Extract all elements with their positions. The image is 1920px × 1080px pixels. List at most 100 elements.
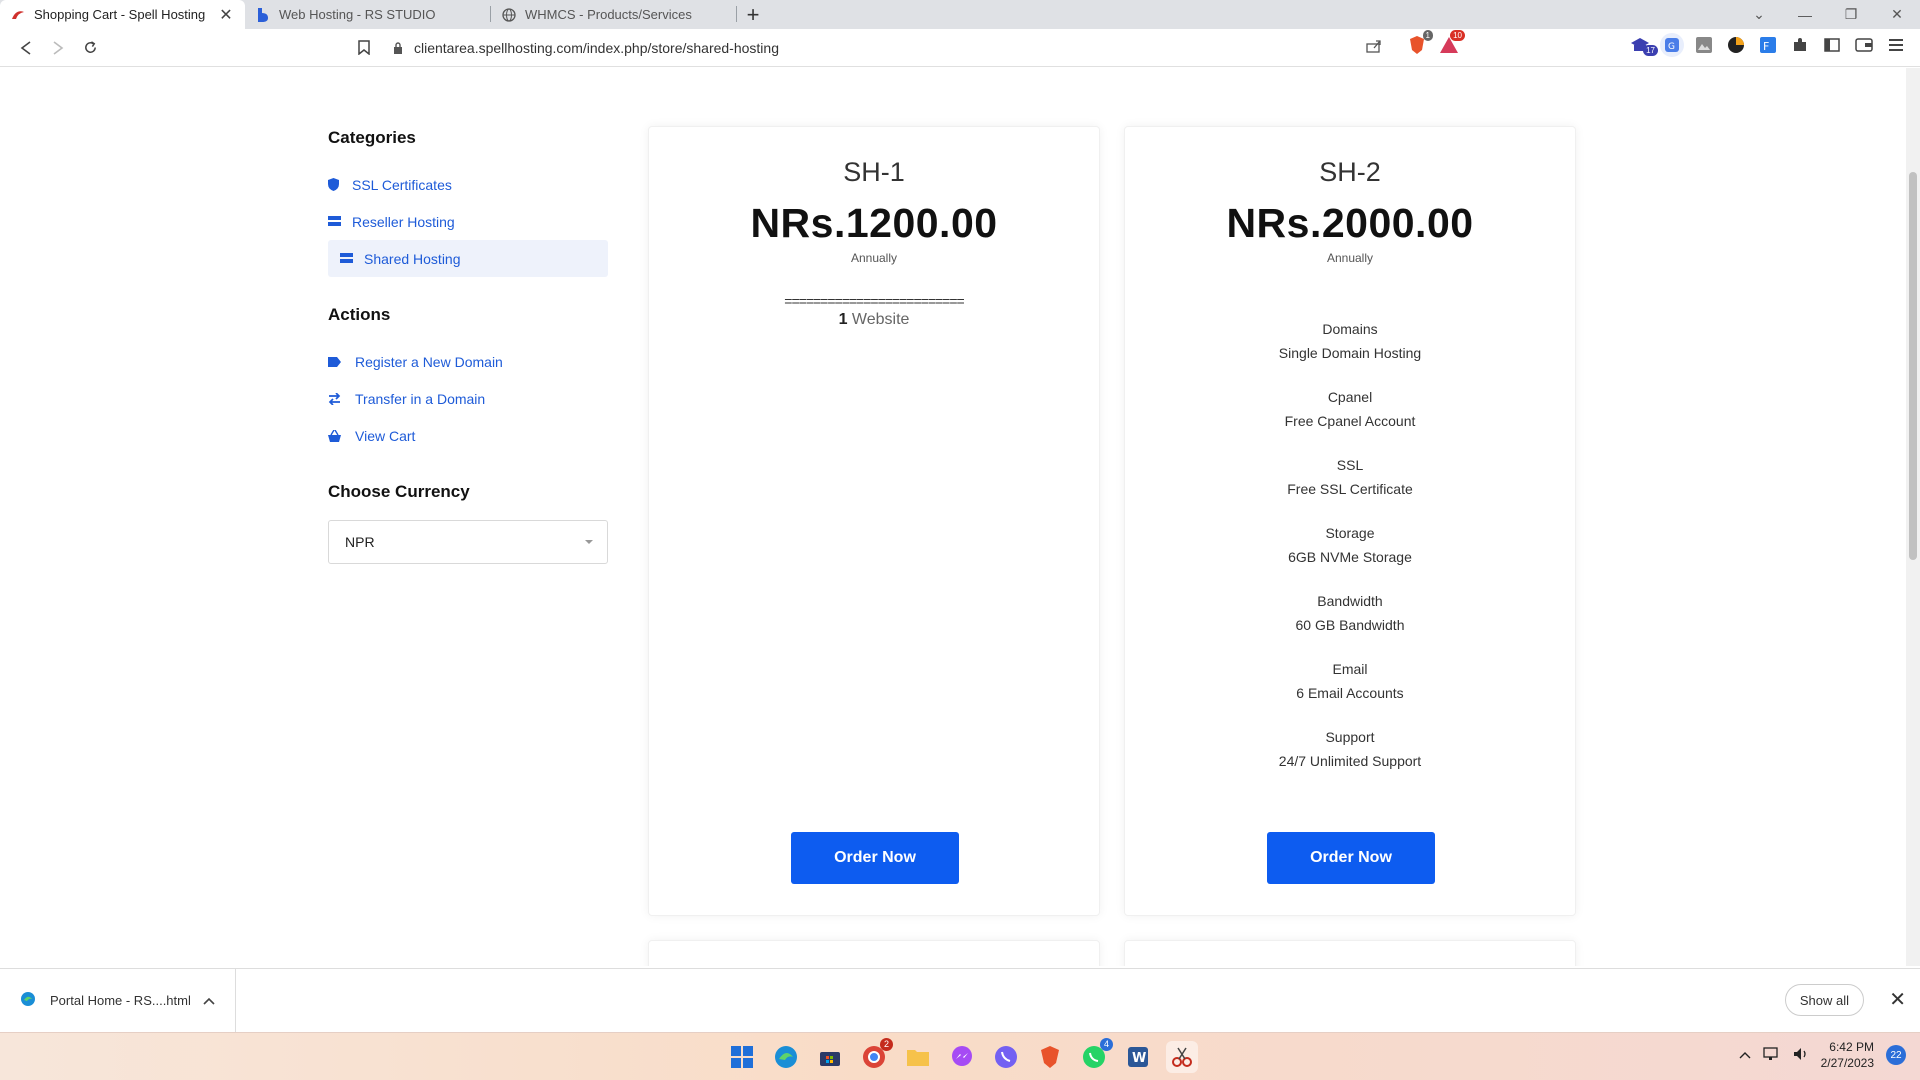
file-explorer-icon[interactable] xyxy=(902,1041,934,1073)
chevron-up-icon[interactable] xyxy=(1739,1048,1751,1062)
windows-start-icon[interactable] xyxy=(726,1041,758,1073)
system-tray: 6:42 PM 2/27/2023 22 xyxy=(1739,1039,1906,1071)
category-label: Reseller Hosting xyxy=(352,213,455,230)
feature-title: Support xyxy=(1325,729,1375,745)
svg-text:G: G xyxy=(1668,42,1675,52)
edge-app-icon[interactable] xyxy=(770,1041,802,1073)
feature-title: Email xyxy=(1332,661,1368,677)
lock-icon[interactable] xyxy=(388,41,408,54)
forward-button[interactable] xyxy=(42,33,74,63)
alert-badge: 10 xyxy=(1450,30,1465,41)
reload-button[interactable] xyxy=(74,33,106,63)
actions-heading: Actions xyxy=(328,305,391,324)
globe-icon xyxy=(501,7,517,23)
feature-value: 60 GB Bandwidth xyxy=(1295,617,1405,633)
bookmark-icon[interactable] xyxy=(350,40,378,55)
messenger-app-icon[interactable] xyxy=(946,1041,978,1073)
edge-file-icon xyxy=(20,991,36,1010)
action-label: Transfer in a Domain xyxy=(355,390,486,407)
order-now-button[interactable]: Order Now xyxy=(1267,832,1435,884)
brave-shields-icon[interactable]: 1 xyxy=(1405,30,1433,57)
action-transfer-domain[interactable]: Transfer in a Domain xyxy=(328,380,608,417)
category-shared-hosting[interactable]: Shared Hosting xyxy=(328,240,608,277)
menu-icon[interactable] xyxy=(1884,33,1908,57)
currency-select[interactable]: NPR xyxy=(328,520,608,564)
window-controls: ⌄ — ❐ ✕ xyxy=(1736,0,1920,29)
chevron-up-icon[interactable] xyxy=(203,994,215,1008)
scrollbar-thumb[interactable] xyxy=(1909,172,1917,560)
feature-domains: Domains Single Domain Hosting xyxy=(1125,317,1575,365)
category-ssl-certificates[interactable]: SSL Certificates xyxy=(328,166,608,203)
whatsapp-app-icon[interactable]: 4 xyxy=(1078,1038,1113,1073)
windows-taskbar: 2 4 W 6:42 PM 2/27/2023 22 xyxy=(0,1032,1920,1080)
reload-icon xyxy=(84,41,96,53)
tab-title: WHMCS - Products/Services xyxy=(525,7,692,22)
feature-cpanel: Cpanel Free Cpanel Account xyxy=(1125,385,1575,433)
feature-value: 24/7 Unlimited Support xyxy=(1278,753,1422,769)
viber-app-icon[interactable] xyxy=(990,1041,1022,1073)
new-tab-button[interactable]: + xyxy=(737,0,769,29)
wallet-icon[interactable] xyxy=(1852,33,1876,57)
clock[interactable]: 6:42 PM 2/27/2023 xyxy=(1821,1039,1874,1071)
feature-title: Domains xyxy=(1322,321,1378,337)
download-item[interactable]: Portal Home - RS....html xyxy=(0,968,236,1033)
page-scrollbar[interactable] xyxy=(1906,68,1920,966)
browser-toolbar: clientarea.spellhosting.com/index.php/st… xyxy=(0,29,1920,67)
exchange-icon xyxy=(328,392,355,405)
tab-shopping-cart[interactable]: Shopping Cart - Spell Hosting ✕ xyxy=(0,0,245,29)
minimize-icon[interactable]: — xyxy=(1782,0,1828,29)
product-card-sh-1: SH-1 NRs.1200.00 Annually ==============… xyxy=(648,126,1100,916)
rs-studio-favicon-icon xyxy=(255,7,271,23)
action-register-domain[interactable]: Register a New Domain xyxy=(328,343,608,380)
tab-whmcs[interactable]: WHMCS - Products/Services xyxy=(491,0,736,29)
server-icon xyxy=(340,253,364,264)
categories-heading: Categories xyxy=(328,128,416,147)
address-bar[interactable]: clientarea.spellhosting.com/index.php/st… xyxy=(350,33,1390,63)
tab-search-icon[interactable]: ⌄ xyxy=(1736,0,1782,29)
feature-support: Support 24/7 Unlimited Support xyxy=(1125,725,1575,773)
category-reseller-hosting[interactable]: Reseller Hosting xyxy=(328,203,608,240)
font-extension-icon[interactable]: F xyxy=(1756,33,1780,57)
graduation-cap-extension-icon[interactable]: 17 xyxy=(1628,33,1658,57)
volume-icon[interactable] xyxy=(1793,1047,1809,1064)
tab-close-icon[interactable]: ✕ xyxy=(217,5,235,25)
color-circle-extension-icon[interactable] xyxy=(1724,33,1748,57)
chrome-app-icon[interactable]: 2 xyxy=(858,1038,893,1073)
shield-icon xyxy=(328,178,352,191)
billing-cycle: Annually xyxy=(850,251,898,265)
close-window-icon[interactable]: ✕ xyxy=(1874,0,1920,29)
share-icon[interactable] xyxy=(1366,39,1390,56)
tag-icon xyxy=(328,356,355,367)
restore-icon[interactable]: ❐ xyxy=(1828,0,1874,29)
word-app-icon[interactable]: W xyxy=(1122,1041,1154,1073)
tab-web-hosting[interactable]: Web Hosting - RS STUDIO xyxy=(245,0,490,29)
puzzle-extensions-icon[interactable] xyxy=(1788,33,1812,57)
image-extension-icon[interactable] xyxy=(1692,33,1716,57)
translate-extension-icon[interactable]: G xyxy=(1660,33,1684,57)
brave-app-icon[interactable] xyxy=(1034,1041,1066,1073)
page-content: Categories SSL Certificates Reseller Hos… xyxy=(0,68,1906,966)
action-view-cart[interactable]: View Cart xyxy=(328,417,608,454)
forward-arrow-icon xyxy=(53,40,64,55)
store-sidebar: Categories SSL Certificates Reseller Hos… xyxy=(328,128,608,564)
back-button[interactable] xyxy=(10,33,42,63)
store-app-icon[interactable] xyxy=(814,1041,846,1073)
clock-date: 2/27/2023 xyxy=(1820,1056,1874,1070)
action-label: View Cart xyxy=(355,427,416,444)
feature-count: 1 xyxy=(838,311,848,328)
snipping-tool-icon[interactable] xyxy=(1166,1041,1198,1073)
back-arrow-icon xyxy=(20,40,31,55)
feature-unit: Website xyxy=(851,311,910,328)
sidebar-toggle-icon[interactable] xyxy=(1820,33,1844,57)
tab-strip: Shopping Cart - Spell Hosting ✕ Web Host… xyxy=(0,0,1920,29)
order-now-button[interactable]: Order Now xyxy=(791,832,959,884)
feature-value: 6 Email Accounts xyxy=(1296,685,1404,701)
network-icon[interactable] xyxy=(1762,1046,1781,1064)
product-card-next xyxy=(648,940,1100,966)
show-all-button[interactable]: Show all xyxy=(1784,984,1864,1016)
feature-value: Free Cpanel Account xyxy=(1284,413,1416,429)
notification-count-badge[interactable]: 22 xyxy=(1886,1045,1906,1065)
brave-rewards-icon[interactable]: 10 xyxy=(1437,30,1465,57)
close-downloads-icon[interactable]: ✕ xyxy=(1889,987,1906,1012)
tab-title: Shopping Cart - Spell Hosting xyxy=(34,7,206,22)
